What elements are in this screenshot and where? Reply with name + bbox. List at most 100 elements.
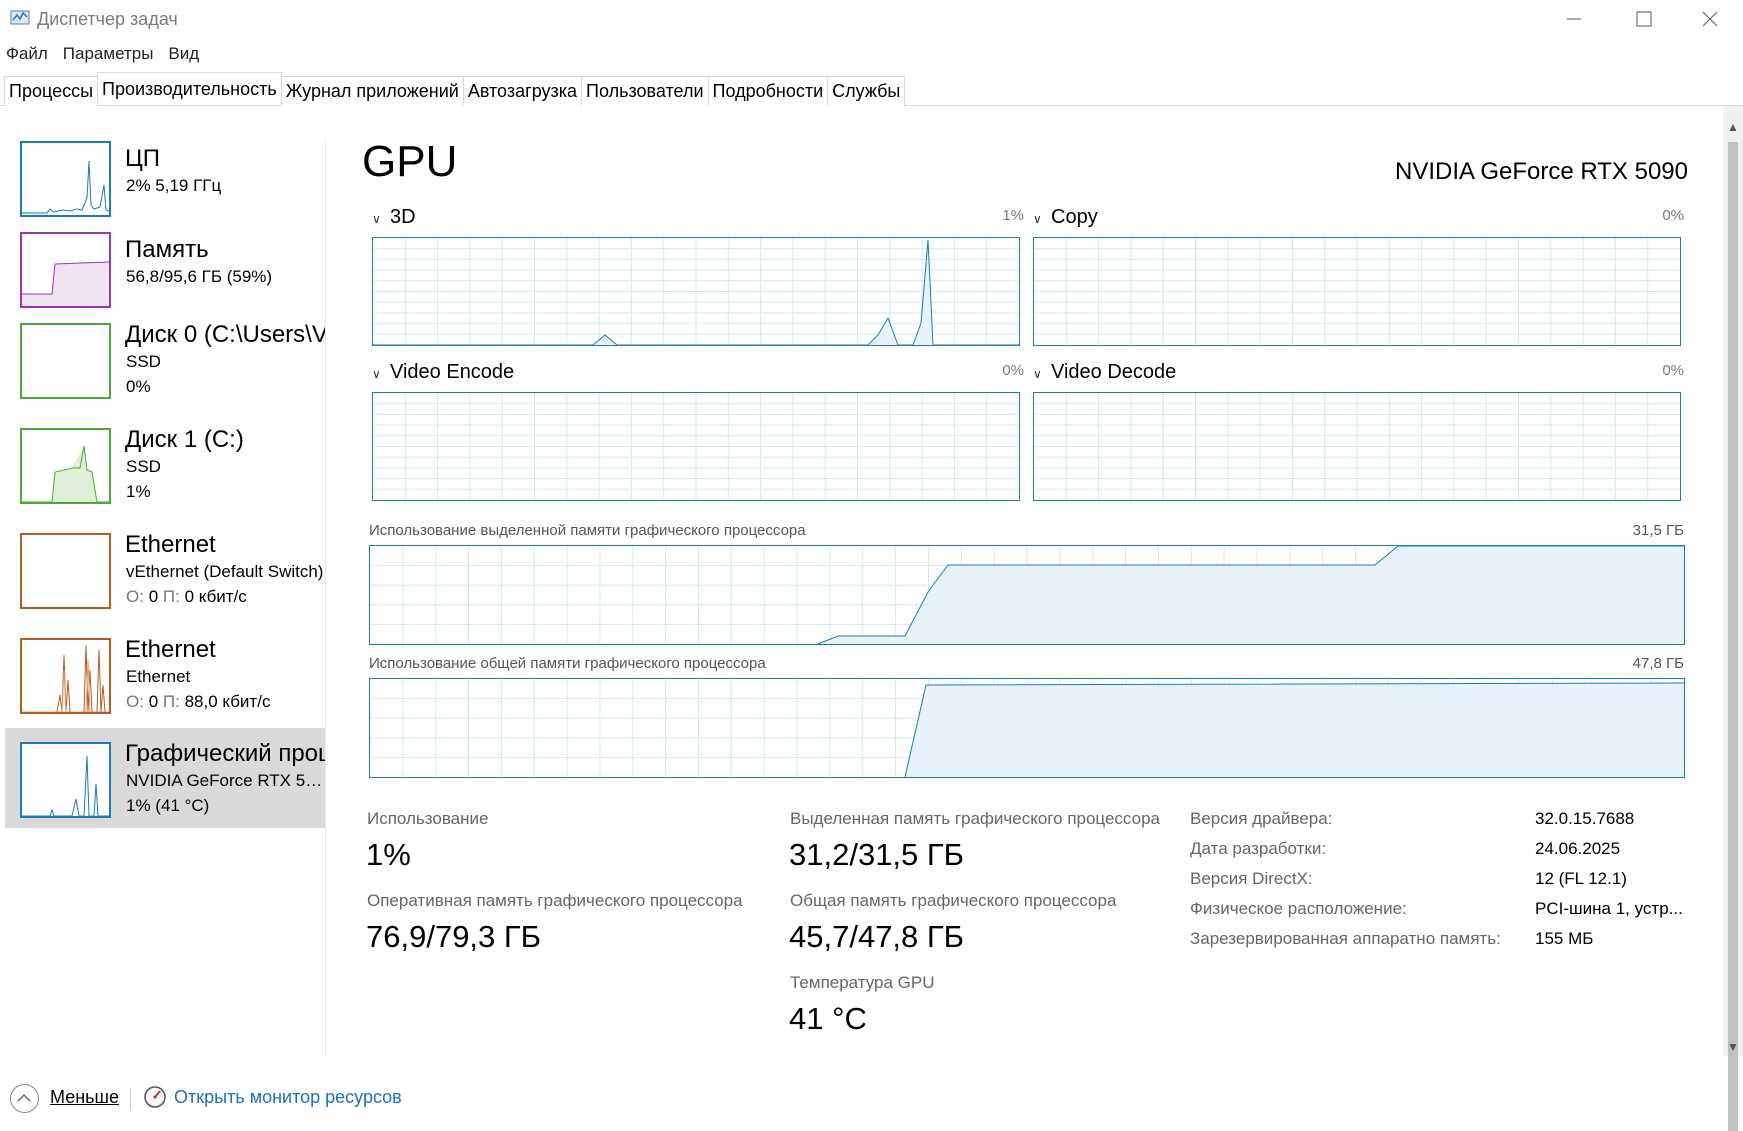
usage-value: 1% (366, 837, 411, 872)
chevron-down-icon: ∨ (372, 212, 381, 226)
engine-selector-video-decode[interactable]: ∨ Video Decode (1033, 361, 1176, 384)
chevron-down-icon: ∨ (1033, 367, 1042, 381)
tab-services[interactable]: Службы (827, 76, 906, 106)
sidebar-item-cpu[interactable]: ЦП 2% 5,19 ГГц (5, 131, 325, 231)
menu-view[interactable]: Вид (168, 44, 199, 68)
maximize-button[interactable] (1610, 0, 1678, 40)
tab-processes[interactable]: Процессы (4, 76, 99, 106)
receive-value: 0 кбит/с (184, 587, 247, 606)
close-button[interactable] (1676, 0, 1743, 40)
graph-dedicated-line (817, 546, 1684, 644)
minimize-button[interactable] (1540, 0, 1608, 40)
engine-selector-copy[interactable]: ∨ Copy (1033, 206, 1098, 229)
graph-dedicated-memory (369, 545, 1685, 645)
engine-label: Video Decode (1051, 361, 1177, 383)
engine-selector-3d[interactable]: ∨ 3D (372, 206, 416, 229)
gpu-model-name: NVIDIA GeForce RTX 5090 (1394, 158, 1688, 185)
tab-users[interactable]: Пользователи (581, 76, 709, 106)
engine-percent: 0% (1002, 362, 1024, 379)
sidebar-item-title: ЦП (125, 145, 161, 172)
vertical-scrollbar[interactable]: ▲ ▼ (1723, 106, 1743, 1131)
scroll-down-icon[interactable]: ▼ (1727, 1040, 1739, 1054)
physical-location-label: Физическое расположение: (1190, 899, 1407, 918)
receive-label: П: (162, 692, 180, 711)
sidebar-item-line2: 0% (126, 377, 151, 396)
sidebar-item-ethernet[interactable]: Ethernet Ethernet О: 0 П: 88,0 кбит/с (5, 628, 325, 728)
graph-video-decode (1033, 392, 1681, 501)
engine-percent: 0% (1662, 362, 1684, 379)
gpu-ram-value: 76,9/79,3 ГБ (366, 919, 542, 954)
driver-version-value: 32.0.15.7688 (1535, 809, 1635, 828)
engine-percent: 1% (1002, 207, 1024, 224)
tab-details[interactable]: Подробности (707, 76, 829, 106)
shared-memory-label: Общая память графического процессора (790, 891, 1117, 910)
disk1-thumbnail (20, 428, 111, 504)
dedicated-memory-max: 31,5 ГБ (1632, 522, 1684, 539)
sidebar-item-line1: 56,8/95,6 ГБ (59%) (126, 267, 273, 286)
task-manager-icon (10, 10, 30, 25)
usage-label: Использование (367, 809, 489, 828)
sidebar-item-title: Диск 1 (C:) (125, 426, 244, 453)
shared-memory-value: 45,7/47,8 ГБ (789, 919, 965, 954)
reserved-memory-value: 155 МБ (1535, 929, 1594, 948)
sidebar-item-title: Память (125, 236, 209, 263)
fewer-details-button[interactable] (10, 1084, 39, 1113)
driver-version-label: Версия драйвера: (1190, 809, 1333, 828)
graph-grid (1034, 238, 1680, 345)
sidebar-item-memory[interactable]: Память 56,8/95,6 ГБ (59%) (5, 222, 325, 322)
engine-label: Copy (1051, 206, 1098, 228)
graph-grid (1034, 393, 1680, 500)
sidebar-item-line1: SSD (126, 457, 161, 476)
sidebar-item-line2: О: 0 П: 0 кбит/с (126, 587, 329, 607)
sidebar-item-gpu[interactable]: Графический процессор NVIDIA GeForce RTX… (5, 728, 329, 828)
memory-thumbnail (20, 232, 111, 308)
graph-shared-line (904, 682, 1684, 777)
sidebar-item-disk0[interactable]: Диск 0 (C:\Users\V SSD 0% (5, 313, 325, 413)
title-bar: Диспетчер задач (0, 0, 1743, 40)
menu-options[interactable]: Параметры (63, 44, 154, 68)
sidebar-item-line1: 2% 5,19 ГГц (126, 176, 222, 195)
fewer-details-label[interactable]: Меньше (50, 1087, 119, 1108)
engine-label: 3D (390, 206, 416, 228)
sidebar-item-disk1[interactable]: Диск 1 (C:) SSD 1% (5, 418, 325, 518)
scroll-up-icon[interactable]: ▲ (1727, 120, 1739, 134)
cpu-thumbnail (20, 141, 111, 217)
gpu-temperature-label: Температура GPU (790, 973, 935, 992)
scrollbar-thumb[interactable] (1728, 142, 1738, 1131)
disk0-thumbnail (20, 323, 111, 399)
gpu-temperature-value: 41 °C (789, 1001, 867, 1036)
receive-value: 88,0 кбит/с (184, 692, 271, 711)
gpu-ram-label: Оперативная память графического процессо… (367, 891, 743, 910)
sidebar-item-line1: Ethernet (126, 667, 191, 686)
sidebar-item-ethernet-vswitch[interactable]: Ethernet vEthernet (Default Switch) О: 0… (5, 523, 325, 623)
shared-memory-graph-label: Использование общей памяти графического … (369, 655, 766, 672)
sidebar-item-title: Ethernet (125, 636, 216, 663)
resource-monitor-icon (144, 1086, 166, 1108)
ethernet-thumbnail (20, 638, 111, 714)
tab-app-history[interactable]: Журнал приложений (280, 76, 464, 106)
sidebar-item-title: Диск 0 (C:\Users\V (125, 321, 325, 348)
dedicated-memory-graph-label: Использование выделенной памяти графичес… (369, 522, 806, 539)
reserved-memory-label: Зарезервированная аппаратно память: (1190, 929, 1501, 948)
engine-selector-video-encode[interactable]: ∨ Video Encode (372, 361, 514, 384)
page-title: GPU (362, 137, 458, 186)
graph-3d (372, 237, 1020, 346)
menu-bar: Файл Параметры Вид (0, 44, 208, 68)
sidebar-item-title: Графический процессор (125, 740, 325, 767)
sidebar-item-line2: 1% (41 °C) (126, 796, 210, 815)
sidebar-item-line2: 1% (126, 482, 151, 501)
driver-date-value: 24.06.2025 (1535, 839, 1621, 858)
driver-date-label: Дата разработки: (1190, 839, 1327, 858)
menu-file[interactable]: Файл (6, 44, 48, 68)
sidebar-item-line2: О: 0 П: 88,0 кбит/с (126, 692, 329, 712)
send-label: О: (126, 692, 144, 711)
dedicated-memory-value: 31,2/31,5 ГБ (789, 837, 965, 872)
chevron-up-circle-icon (17, 1093, 31, 1102)
tab-performance[interactable]: Производительность (97, 72, 282, 105)
tab-startup[interactable]: Автозагрузка (462, 76, 583, 106)
open-resource-monitor-link[interactable]: Открыть монитор ресурсов (174, 1087, 402, 1108)
graph-copy (1033, 237, 1681, 346)
close-icon (1702, 11, 1718, 27)
graph-grid (373, 393, 1019, 500)
send-value: 0 (148, 587, 159, 606)
